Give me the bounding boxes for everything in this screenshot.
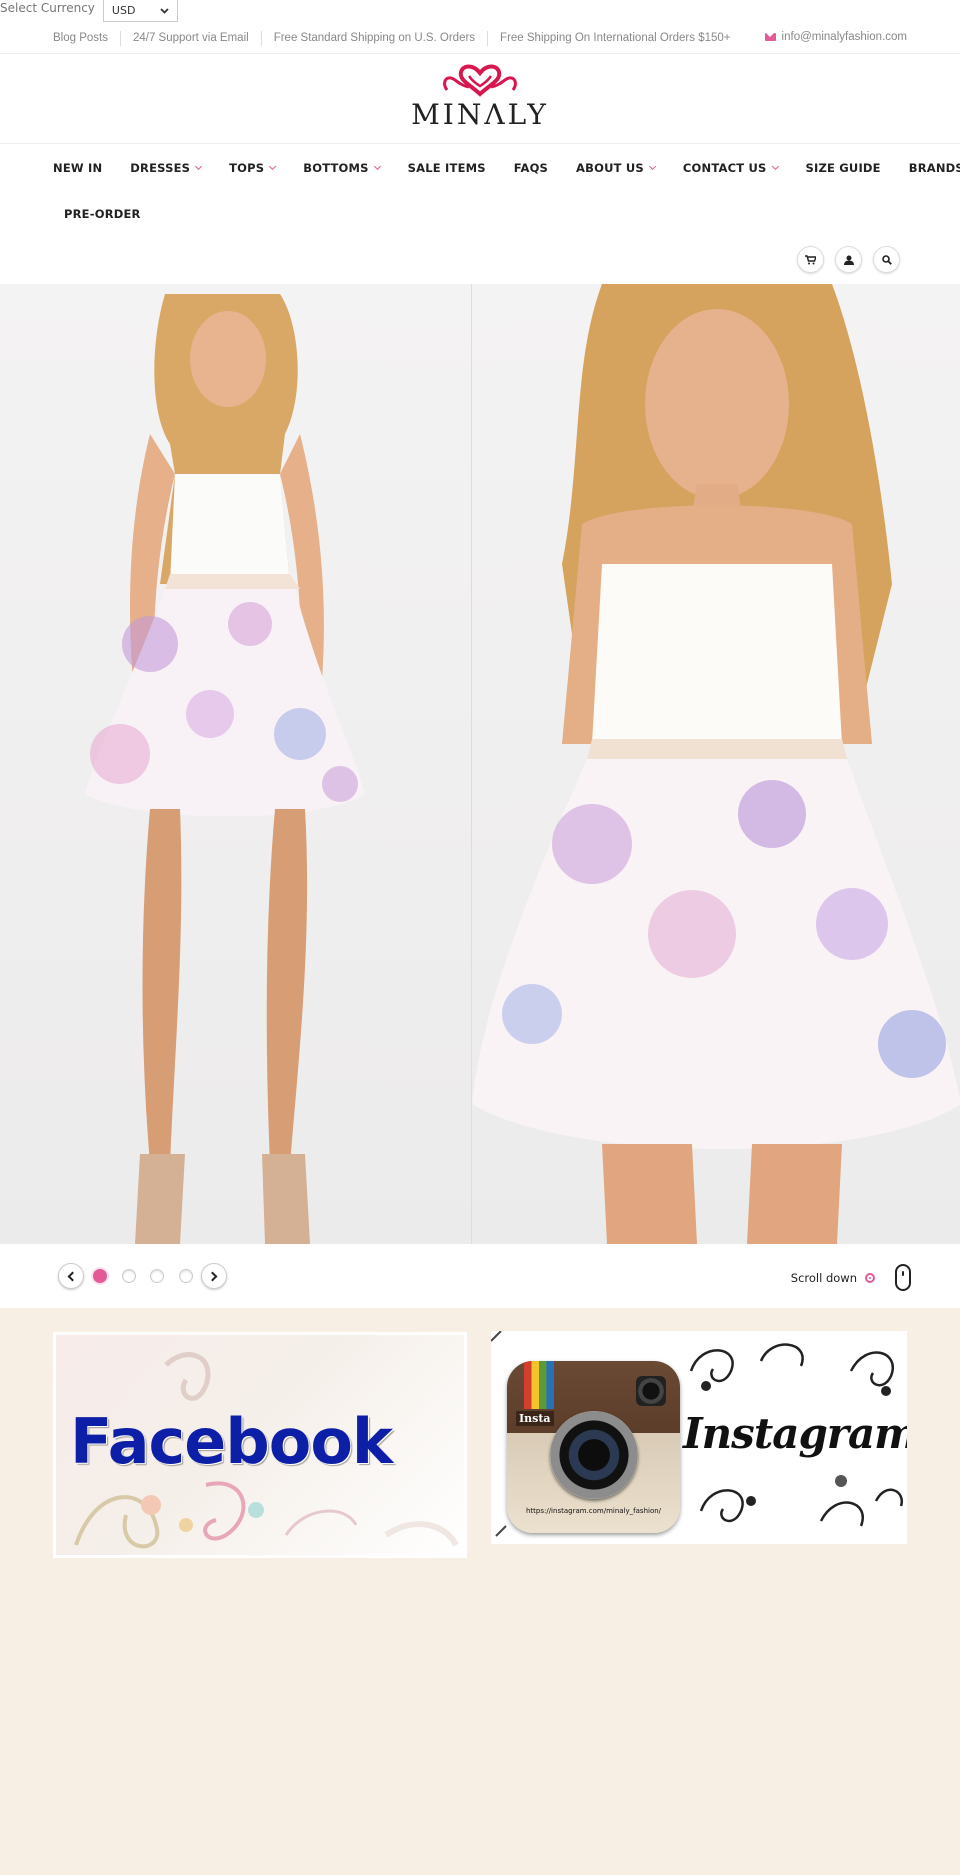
instagram-banner[interactable]: Insta https://instagram.com/minaly_fashi… [491,1331,907,1544]
currency-value: USD [111,4,136,17]
header-icons [797,246,900,273]
slider-prev-button[interactable] [58,1263,84,1289]
model-illustration-left [85,294,365,1244]
facebook-text: Facebook [70,1405,393,1478]
chevron-down-icon [771,162,779,171]
scroll-down-label: Scroll down [790,1270,857,1285]
currency-selector: Select Currency USD [0,0,178,22]
topbar-link-support[interactable]: 24/7 Support via Email [119,31,261,46]
main-navigation: NEW IN DRESSES TOPS BOTTOMS SALE ITEMS F… [53,150,960,232]
account-button[interactable] [835,246,862,273]
chevron-down-icon [160,7,169,14]
nav-label: BOTTOMS [303,161,369,175]
circle-dot-icon [865,1272,875,1283]
nav-item-about-us[interactable]: ABOUT US [576,161,656,175]
nav-label: NEW IN [53,161,103,175]
currency-select[interactable]: USD [102,0,178,22]
chevron-down-icon [373,162,381,171]
nav-label: TOPS [229,161,265,175]
slider-next-button[interactable] [201,1263,227,1289]
nav-label: ABOUT US [576,161,644,175]
model-illustration-right [472,284,960,1244]
nav-label: PRE-ORDER [64,207,141,221]
slider-dot-4[interactable] [179,1269,193,1283]
email-link[interactable]: info@minalyfashion.com [764,31,907,43]
social-banners-section: Facebook Insta https://instagram.com/min… [0,1308,960,1875]
email-address: info@minalyfashion.com [781,31,907,43]
user-icon [843,255,854,265]
topbar-link-blog[interactable]: Blog Posts [53,31,120,46]
nav-item-bottoms[interactable]: BOTTOMS [303,161,381,175]
nav-item-dresses[interactable]: DRESSES [130,161,203,175]
cart-button[interactable] [797,246,824,273]
slider-dot-2[interactable] [122,1269,136,1283]
chevron-left-icon [67,1271,78,1281]
search-icon [881,254,892,265]
site-logo[interactable]: MINΛLY [0,54,960,144]
nav-item-contact-us[interactable]: CONTACT US [682,161,779,175]
chevron-right-icon [207,1271,218,1281]
model-image-close-up [471,284,960,1244]
mouse-icon [895,1264,911,1291]
currency-label: Select Currency [0,1,95,15]
model-image-full-body [0,284,471,1244]
nav-item-new-in[interactable]: NEW IN [53,161,102,175]
top-info-bar: Blog Posts 24/7 Support via Email Free S… [0,26,960,54]
slider-dot-1[interactable] [93,1269,107,1283]
nav-item-sale[interactable]: SALE ITEMS [408,161,486,175]
nav-label: BRANDS [908,161,960,175]
scroll-down-link[interactable]: Scroll down [791,1264,911,1291]
topbar-text-us-shipping: Free Standard Shipping on U.S. Orders [260,31,487,46]
slider-dot-3[interactable] [150,1269,164,1283]
slider-controls: Scroll down [0,1244,960,1308]
nav-label: CONTACT US [682,161,767,175]
chevron-down-icon [269,162,277,171]
search-button[interactable] [873,246,900,273]
nav-label: FAQS [513,161,549,175]
envelope-icon [764,33,776,41]
topbar-text-intl-shipping: Free Shipping On International Orders $1… [487,31,742,46]
cart-icon [805,254,816,264]
nav-label: DRESSES [130,161,191,175]
nav-label: SALE ITEMS [407,161,486,175]
facebook-banner[interactable]: Facebook [53,1332,467,1558]
nav-item-brands[interactable]: BRANDS [909,161,960,175]
nav-item-faqs[interactable]: FAQS [514,161,548,175]
nav-label: SIZE GUIDE [805,161,881,175]
brand-name: MINΛLY [411,98,549,131]
nav-item-pre-order[interactable]: PRE-ORDER [64,207,141,221]
nav-item-tops[interactable]: TOPS [229,161,277,175]
instagram-text: Instagram [683,1409,907,1458]
chevron-down-icon [195,162,203,171]
hero-slide [0,284,960,1244]
heart-logo-icon [443,64,517,97]
nav-item-size-guide[interactable]: SIZE GUIDE [806,161,881,175]
chevron-down-icon [648,162,656,171]
